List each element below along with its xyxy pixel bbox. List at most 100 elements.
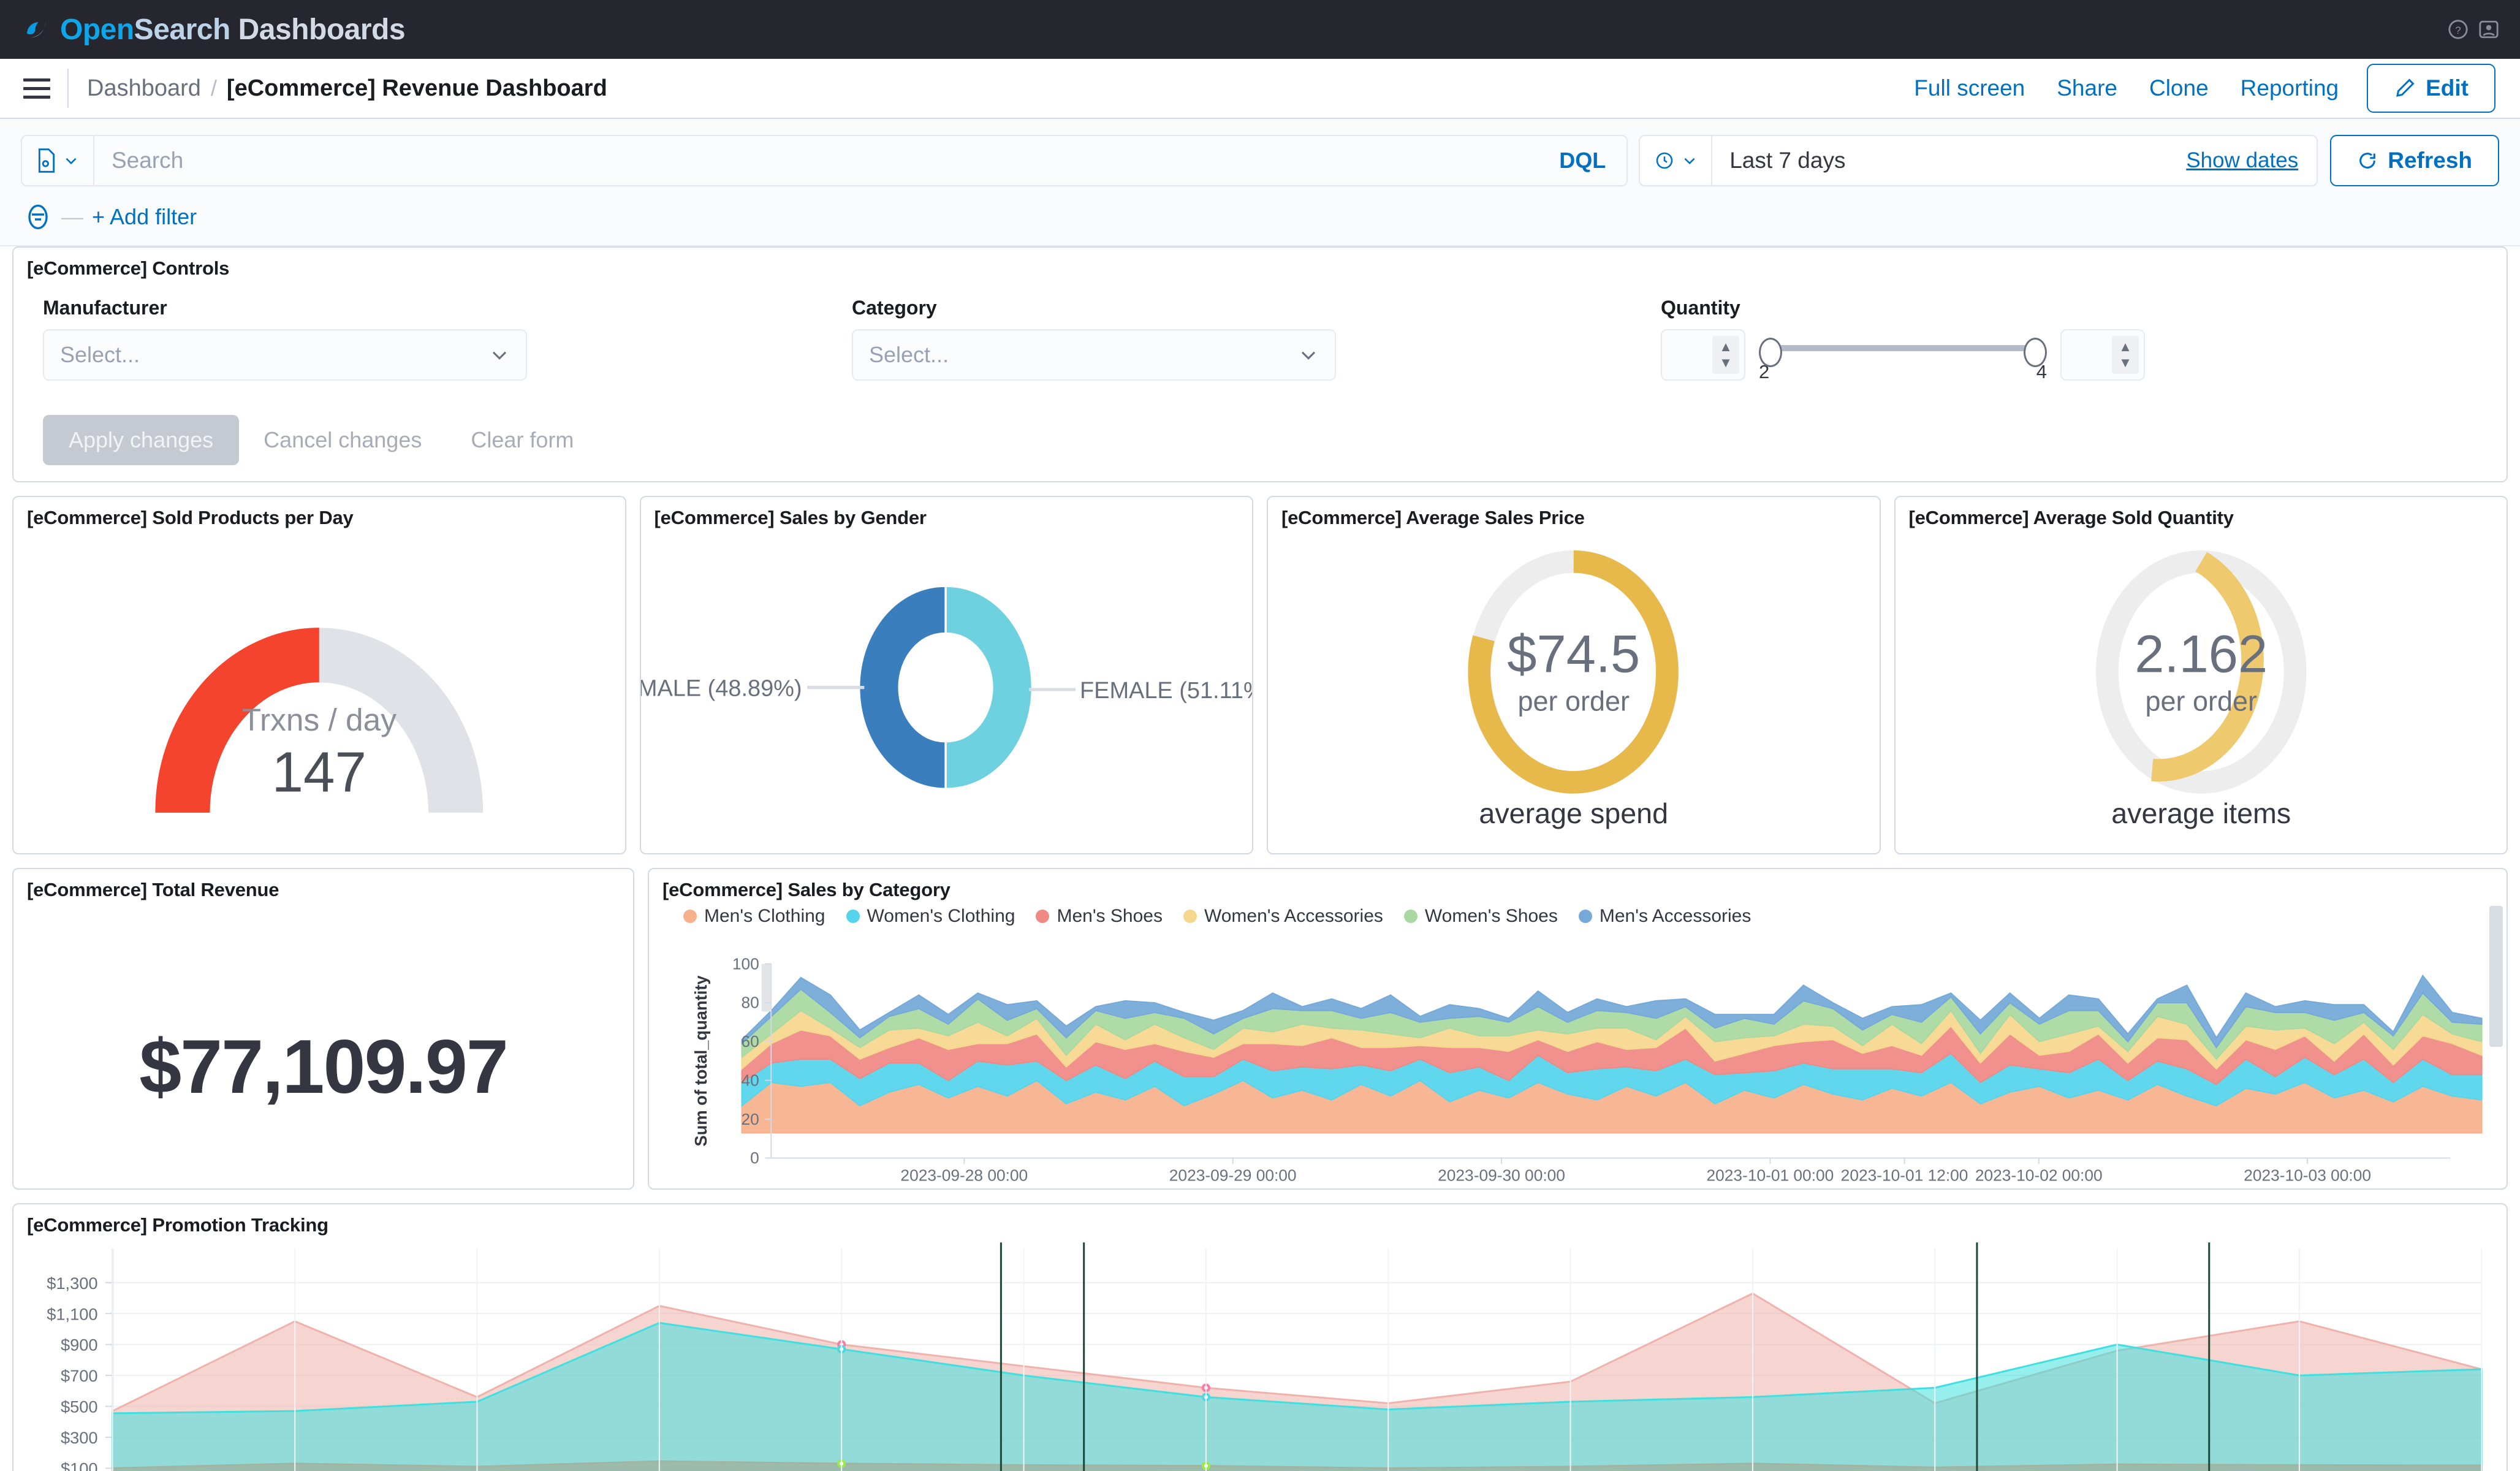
brand-open: Open (60, 13, 134, 46)
quick-select-time-button[interactable] (1640, 136, 1713, 185)
stepper-arrows-icon: ▲ ▼ (2112, 336, 2139, 374)
legend-item[interactable]: Women's Clothing (846, 906, 1015, 927)
legend-color-dot (846, 910, 860, 923)
manufacturer-placeholder: Select... (60, 342, 140, 367)
legend-color-dot (1578, 910, 1592, 923)
donut-sales-by-gender: MALE (48.89%) FEMALE (51.11%) (640, 587, 1252, 788)
category-placeholder: Select... (869, 342, 949, 367)
y-tick-label: $900 (61, 1336, 98, 1355)
date-picker[interactable]: Last 7 days Show dates (1639, 135, 2318, 186)
edit-button-label: Edit (2426, 75, 2469, 101)
refresh-button-label: Refresh (2388, 148, 2472, 173)
dataset-selector[interactable] (22, 136, 94, 185)
slider-track (1761, 345, 2044, 351)
show-dates-button[interactable]: Show dates (2168, 148, 2317, 173)
legend-color-dot (1403, 910, 1418, 923)
gauge-average-sold-quantity: 2.162 per order average items (2095, 550, 2306, 829)
stepper-arrows-icon: ▲ ▼ (1712, 336, 1739, 374)
y-tick-label: $500 (61, 1397, 98, 1416)
y-tick-label: 80 (741, 994, 759, 1012)
panel-controls: [eCommerce] Controls Manufacturer Select… (12, 246, 2508, 482)
y-tick-label: 60 (741, 1032, 759, 1051)
edit-button[interactable]: Edit (2367, 64, 2495, 113)
donut-slice-female[interactable] (946, 587, 1031, 788)
add-filter-button[interactable]: + Add filter (92, 204, 197, 230)
panel-promotion-tracking: [eCommerce] Promotion Tracking $100 $300 $… (12, 1203, 2508, 1471)
search-input[interactable]: Search (94, 148, 1538, 173)
legend-label: Women's Shoes (1424, 906, 1558, 926)
y-tick-label: 20 (741, 1110, 759, 1128)
metrics-row: [eCommerce] Sold Products per Day Trxns … (12, 496, 2508, 854)
reporting-button[interactable]: Reporting (2225, 75, 2355, 101)
filter-divider: — (61, 204, 83, 229)
brand-search: Search (134, 13, 231, 46)
category-select[interactable]: Select... (852, 329, 1336, 381)
full-screen-button[interactable]: Full screen (1898, 75, 2041, 101)
panel-title-sold-products: [eCommerce] Sold Products per Day (27, 507, 354, 528)
area-chart-axes: 0 20 40 60 80 100 Sum of total_quantity 2023-09… (691, 954, 2450, 1190)
legend-item[interactable]: Men's Accessories (1578, 906, 1751, 927)
time-range-value[interactable]: Last 7 days (1712, 148, 2168, 173)
panel-sold-products-per-day: [eCommerce] Sold Products per Day Trxns … (12, 496, 626, 854)
query-language-button[interactable]: DQL (1538, 148, 1626, 173)
breadcrumb-separator: / (210, 75, 217, 101)
clear-form-button[interactable]: Clear form (446, 415, 598, 465)
x-tick-label: 2023-09-28 00:00 (900, 1166, 1028, 1184)
divider (67, 69, 69, 108)
legend-item[interactable]: Women's Shoes (1403, 906, 1558, 927)
legend-item[interactable]: Women's Accessories (1183, 906, 1383, 927)
filter-icon[interactable] (23, 202, 53, 232)
panel-sales-by-gender: [eCommerce] Sales by Gender MALE (48.89%… (639, 496, 1253, 854)
quantity-max-stepper[interactable]: ▲ ▼ (2060, 329, 2145, 381)
legend-item[interactable]: Men's Clothing (683, 906, 825, 927)
y-tick-label: $700 (61, 1366, 98, 1385)
dashboard-grid: [eCommerce] Controls Manufacturer Select… (0, 246, 2520, 1471)
panel-total-revenue: [eCommerce] Total Revenue $77,109.97 (12, 868, 634, 1190)
gauge-value: $74.5 (1507, 625, 1640, 683)
panel-title-sales-by-gender: [eCommerce] Sales by Gender (654, 507, 927, 528)
apply-changes-button[interactable]: Apply changes (43, 415, 240, 465)
chevron-down-icon (1684, 158, 1695, 165)
help-icon[interactable]: ? (2448, 19, 2469, 40)
legend-label: Women's Clothing (867, 906, 1015, 926)
legend-label: Men's Clothing (704, 906, 825, 926)
search-bar[interactable]: Search DQL (21, 135, 1628, 186)
user-account-icon[interactable] (2478, 19, 2499, 40)
gauge-sold-products: Trxns / day 147 (155, 628, 484, 813)
x-tick-label: 2023-10-01 00:00 (1707, 1166, 1834, 1184)
menu-toggle-icon[interactable] (20, 71, 54, 105)
category-label: Category (852, 297, 937, 319)
gauge-sublabel: per order (2145, 686, 2257, 717)
legend-label: Women's Accessories (1204, 906, 1383, 926)
slider-knob-min[interactable] (1759, 338, 1782, 367)
refresh-button[interactable]: Refresh (2330, 135, 2499, 186)
clone-button[interactable]: Clone (2133, 75, 2225, 101)
panel-title-sales-by-category: [eCommerce] Sales by Category (662, 879, 951, 900)
cancel-changes-button[interactable]: Cancel changes (239, 415, 446, 465)
panel-sales-by-category: [eCommerce] Sales by Category Men's Clot… (648, 868, 2508, 1190)
clock-icon (1656, 152, 1673, 169)
manufacturer-select[interactable]: Select... (43, 329, 527, 381)
area-chart-promotion-tracking: $100$300$500$700$900$1,100$1,3002023-09-… (47, 1242, 2483, 1471)
panel-scrollbar[interactable] (2489, 906, 2503, 1047)
quantity-label: Quantity (1661, 297, 1740, 319)
gauge-caption: average items (2111, 797, 2291, 829)
breadcrumb-dashboard-link[interactable]: Dashboard (87, 75, 201, 102)
gauge-label: Trxns / day (242, 702, 397, 737)
panel-average-sold-quantity: [eCommerce] Average Sold Quantity 2.162 … (1894, 496, 2508, 854)
chevron-down-icon (492, 351, 507, 360)
donut-slice-male[interactable] (859, 587, 944, 788)
app-logo[interactable]: OpenSearch Dashboards (21, 13, 406, 47)
x-tick-label: 2023-09-30 00:00 (1438, 1166, 1565, 1184)
share-button[interactable]: Share (2041, 75, 2133, 101)
gauge-caption: average spend (1479, 797, 1668, 829)
quantity-min-stepper[interactable]: ▲ ▼ (1661, 329, 1745, 381)
slider-knob-max[interactable] (2024, 338, 2047, 367)
x-tick-label: 2023-10-02 00:00 (1975, 1166, 2103, 1184)
quantity-range-slider[interactable]: 2 4 (1759, 329, 2047, 383)
x-axis-title: order_date per 3 hours (1519, 1189, 1701, 1190)
y-tick-label: 40 (741, 1071, 759, 1089)
legend-item[interactable]: Men's Shoes (1036, 906, 1163, 927)
control-quantity: Quantity ▲ ▼ 2 4 ▲ ▼ (1661, 297, 2145, 383)
y-tick-label: $1,100 (47, 1304, 97, 1323)
